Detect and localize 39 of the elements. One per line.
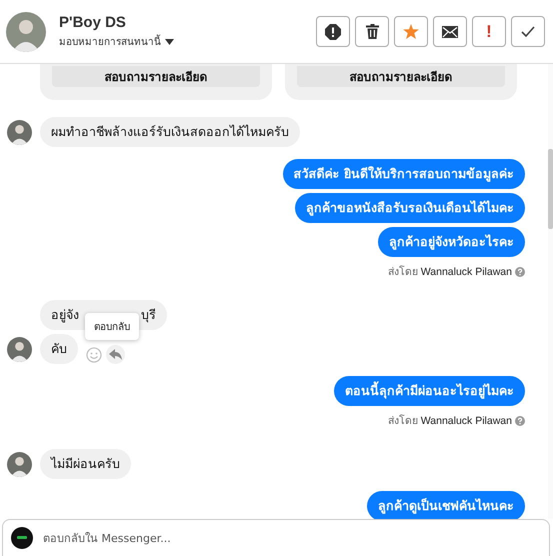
details-button[interactable]: สอบถามรายละเอียด (52, 66, 260, 87)
message-bubble: คับ (40, 334, 78, 364)
mail-icon (442, 26, 458, 38)
message-bubble: ลูกค้าอยู่จังหวัดอะไรคะ (378, 227, 525, 257)
sent-by-label: ส่งโดย (388, 414, 418, 429)
star-icon (403, 24, 419, 39)
message-bubble: สวัสดีค่ะ ยินดีให้บริการสอบถามข้อมูลค่ะ (282, 159, 525, 189)
help-icon[interactable] (515, 266, 525, 276)
message-text: บุรี (141, 307, 156, 323)
delete-button[interactable] (355, 16, 389, 47)
contact-name: P'Boy DS (59, 14, 127, 31)
sent-by-label: ส่งโดย (388, 264, 418, 280)
smiley-icon[interactable] (86, 346, 102, 362)
trash-icon (366, 24, 378, 39)
message-bubble: ลูกค้าดูเป็นเชฟคันไหนคะ (367, 491, 525, 519)
sender-name: Wannaluck Pilawan (420, 266, 512, 278)
page-logo-icon (11, 527, 33, 549)
check-icon (521, 26, 535, 37)
avatar (6, 12, 46, 52)
help-icon[interactable] (515, 416, 525, 426)
sender-name: Wannaluck Pilawan (420, 414, 512, 426)
message-bubble: ผมทำอาชีพล้างแอร์รับเงินสดออกได้ไหมครับ (40, 117, 300, 147)
message-bubble: ไม่มีผ่อนครับ (40, 449, 131, 479)
caret-icon[interactable] (165, 38, 174, 44)
star-button[interactable] (394, 16, 428, 47)
message-bubble: ลูกค้าขอหนังสือรับรอเงินเดือนได้ไมคะ (295, 193, 525, 223)
important-button[interactable]: ! (472, 16, 506, 47)
reply-icon[interactable] (106, 345, 125, 364)
block-button[interactable] (316, 16, 350, 47)
done-button[interactable] (511, 16, 545, 47)
reply-field[interactable]: ตอบกลับใน Messenger... (41, 530, 541, 546)
tooltip: ตอบกลับ (85, 313, 139, 340)
details-button[interactable]: สอบถามรายละเอียด (297, 66, 505, 87)
reply-box[interactable]: ตอบกลับใน Messenger... (2, 519, 550, 556)
message-bubble: ตอนนี้ลุกค้ามีผ่อนอะไรอยู่ไมคะ (334, 376, 525, 406)
alert-icon (325, 24, 341, 40)
mail-button[interactable] (433, 16, 467, 47)
assign-dropdown[interactable]: มอบหมายการสนทนานี้ (59, 34, 161, 49)
message-text: อยู่จัง (51, 307, 79, 323)
